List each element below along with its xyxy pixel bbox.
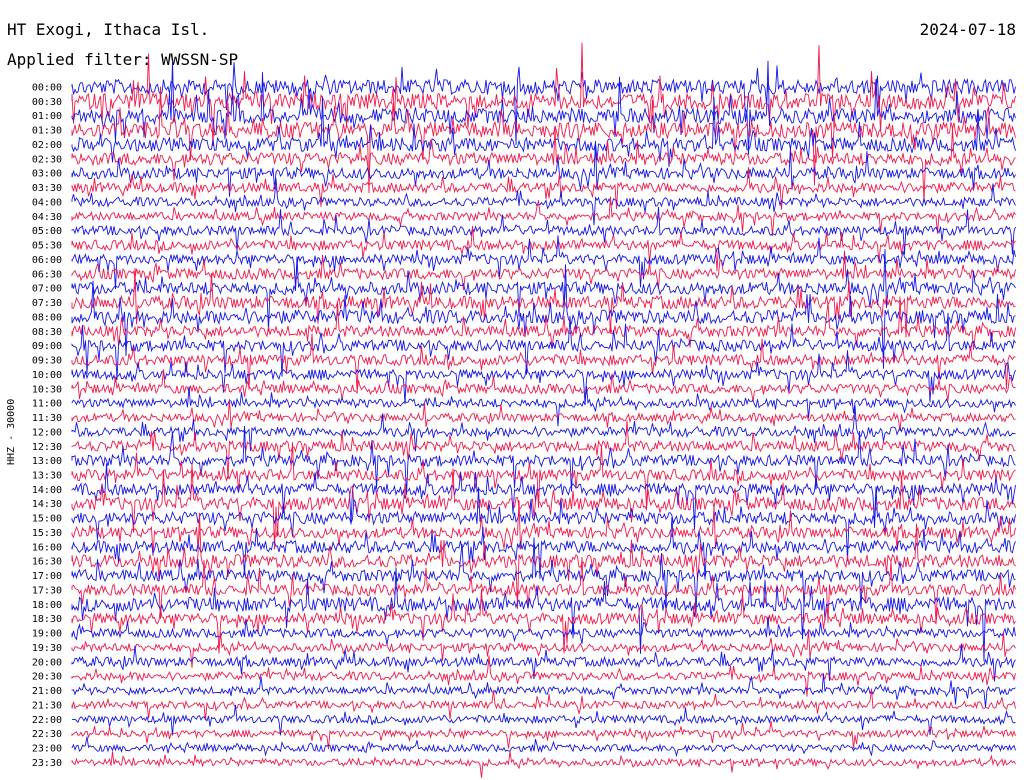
trace-row-1230 [71,420,1016,479]
row-time-label: 13:00 [32,456,62,467]
trace-row-2330 [71,751,1016,778]
row-time-label: 07:00 [32,284,62,295]
row-time-label: 09:00 [32,341,62,352]
trace-row-0530 [71,225,1016,272]
row-time-label: 00:00 [32,83,62,94]
row-time-label: 13:30 [32,470,62,481]
row-time-label: 08:00 [32,312,62,323]
trace-row-0600 [71,235,1016,290]
row-time-label: 14:00 [32,485,62,496]
row-time-label: 18:30 [32,614,62,625]
trace-row-0800 [71,264,1016,369]
row-time-label: 14:30 [32,499,62,510]
row-time-label: 05:30 [32,241,62,252]
row-time-label: 11:30 [32,413,62,424]
row-time-label: 06:30 [32,269,62,280]
row-time-label: 05:00 [32,226,62,237]
row-time-label: 06:00 [32,255,62,266]
row-time-label: 17:30 [32,585,62,596]
row-time-label: 22:30 [32,729,62,740]
trace-row-0730 [71,267,1016,338]
row-time-label: 10:30 [32,384,62,395]
row-time-label: 23:00 [32,744,62,755]
seismogram-stage: HT Exogi, Ithaca Isl. 2024-07-18 Applied… [0,0,1024,780]
row-time-label: 07:30 [32,298,62,309]
seismogram-plot: 00:00 00:30 01:00 01:30 02:00 02:30 03:00 03:30… [32,42,1016,778]
row-time-label: 04:00 [32,197,62,208]
row-time-label: 12:30 [32,442,62,453]
trace-row-1730 [71,557,1016,623]
row-time-label: 02:00 [32,140,62,151]
row-time-label: 01:30 [32,126,62,137]
row-time-label: 03:30 [32,183,62,194]
row-time-label: 08:30 [32,327,62,338]
row-time-label: 12:00 [32,427,62,438]
row-time-label: 19:00 [32,629,62,640]
trace-row-2300 [71,736,1016,758]
row-time-label: 16:30 [32,557,62,568]
row-time-label: 23:30 [32,758,62,769]
row-time-label: 21:30 [32,700,62,711]
row-time-label: 10:00 [32,370,62,381]
row-time-label: 15:00 [32,514,62,525]
trace-row-1900 [71,616,1016,645]
row-time-label: 20:30 [32,672,62,683]
row-time-label: 09:30 [32,356,62,367]
row-time-label: 22:00 [32,715,62,726]
row-time-label: 02:30 [32,154,62,165]
row-time-label: 15:30 [32,528,62,539]
row-time-label: 19:30 [32,643,62,654]
row-time-label: 03:00 [32,169,62,180]
row-time-label: 01:00 [32,111,62,122]
trace-row-0900 [71,312,1016,380]
row-time-label: 04:30 [32,212,62,223]
row-time-label: 21:00 [32,686,62,697]
row-time-label: 11:00 [32,399,62,410]
row-time-label: 18:00 [32,600,62,611]
trace-row-1330 [71,442,1016,508]
trace-row-0300 [71,140,1016,197]
row-time-label: 00:30 [32,97,62,108]
row-time-label: 20:00 [32,657,62,668]
row-time-label: 17:00 [32,571,62,582]
row-time-label: 16:00 [32,542,62,553]
